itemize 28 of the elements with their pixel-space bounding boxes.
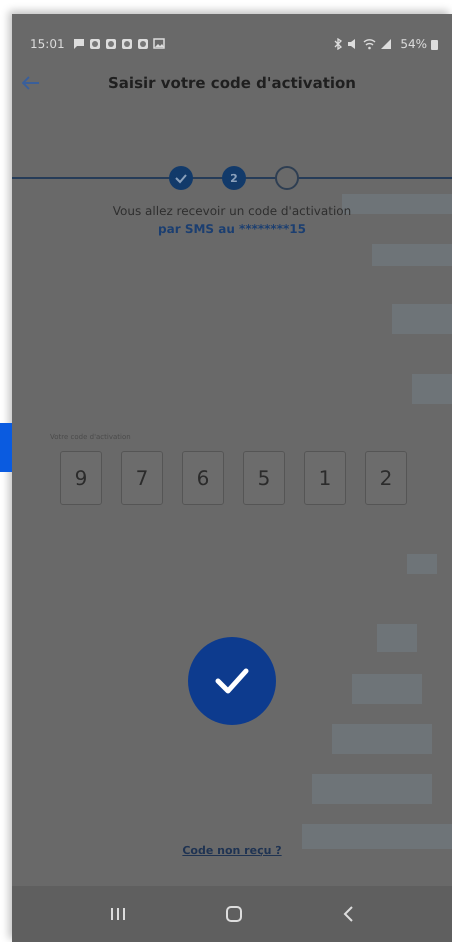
app-notification-icon <box>104 38 117 50</box>
recent-apps-icon[interactable] <box>110 907 126 921</box>
phone-number-text: par SMS au ********15 <box>157 221 307 238</box>
code-digit-field[interactable]: 2 <box>365 450 407 504</box>
app-notification-icon <box>120 38 133 50</box>
code-digit-field[interactable]: 7 <box>121 450 163 504</box>
code-digit-field[interactable]: 6 <box>182 450 224 504</box>
code-digit-field[interactable]: 1 <box>304 450 346 504</box>
edge-marker <box>0 423 12 472</box>
wifi-icon <box>363 38 376 50</box>
screen-title: Saisir votre code d'activation <box>108 72 356 94</box>
battery-level: 54% <box>400 36 427 53</box>
image-icon <box>152 38 165 49</box>
code-digit-field[interactable]: 9 <box>60 450 102 504</box>
check-icon <box>215 668 249 694</box>
code-not-received-link[interactable]: Code non reçu ? <box>182 842 282 859</box>
battery-icon <box>431 38 438 50</box>
app-notification-icon <box>88 38 101 50</box>
current-step: 2 <box>222 166 246 190</box>
signal-icon <box>380 38 392 50</box>
status-time: 15:01 <box>30 36 65 53</box>
code-digit-field[interactable]: 5 <box>243 450 285 504</box>
home-icon[interactable] <box>224 905 243 923</box>
message-icon <box>72 38 85 49</box>
message-text: Vous allez recevoir un code d'activation <box>112 203 352 220</box>
app-notification-icon <box>136 38 149 50</box>
back-icon[interactable] <box>342 906 354 922</box>
bluetooth-icon <box>333 38 344 50</box>
